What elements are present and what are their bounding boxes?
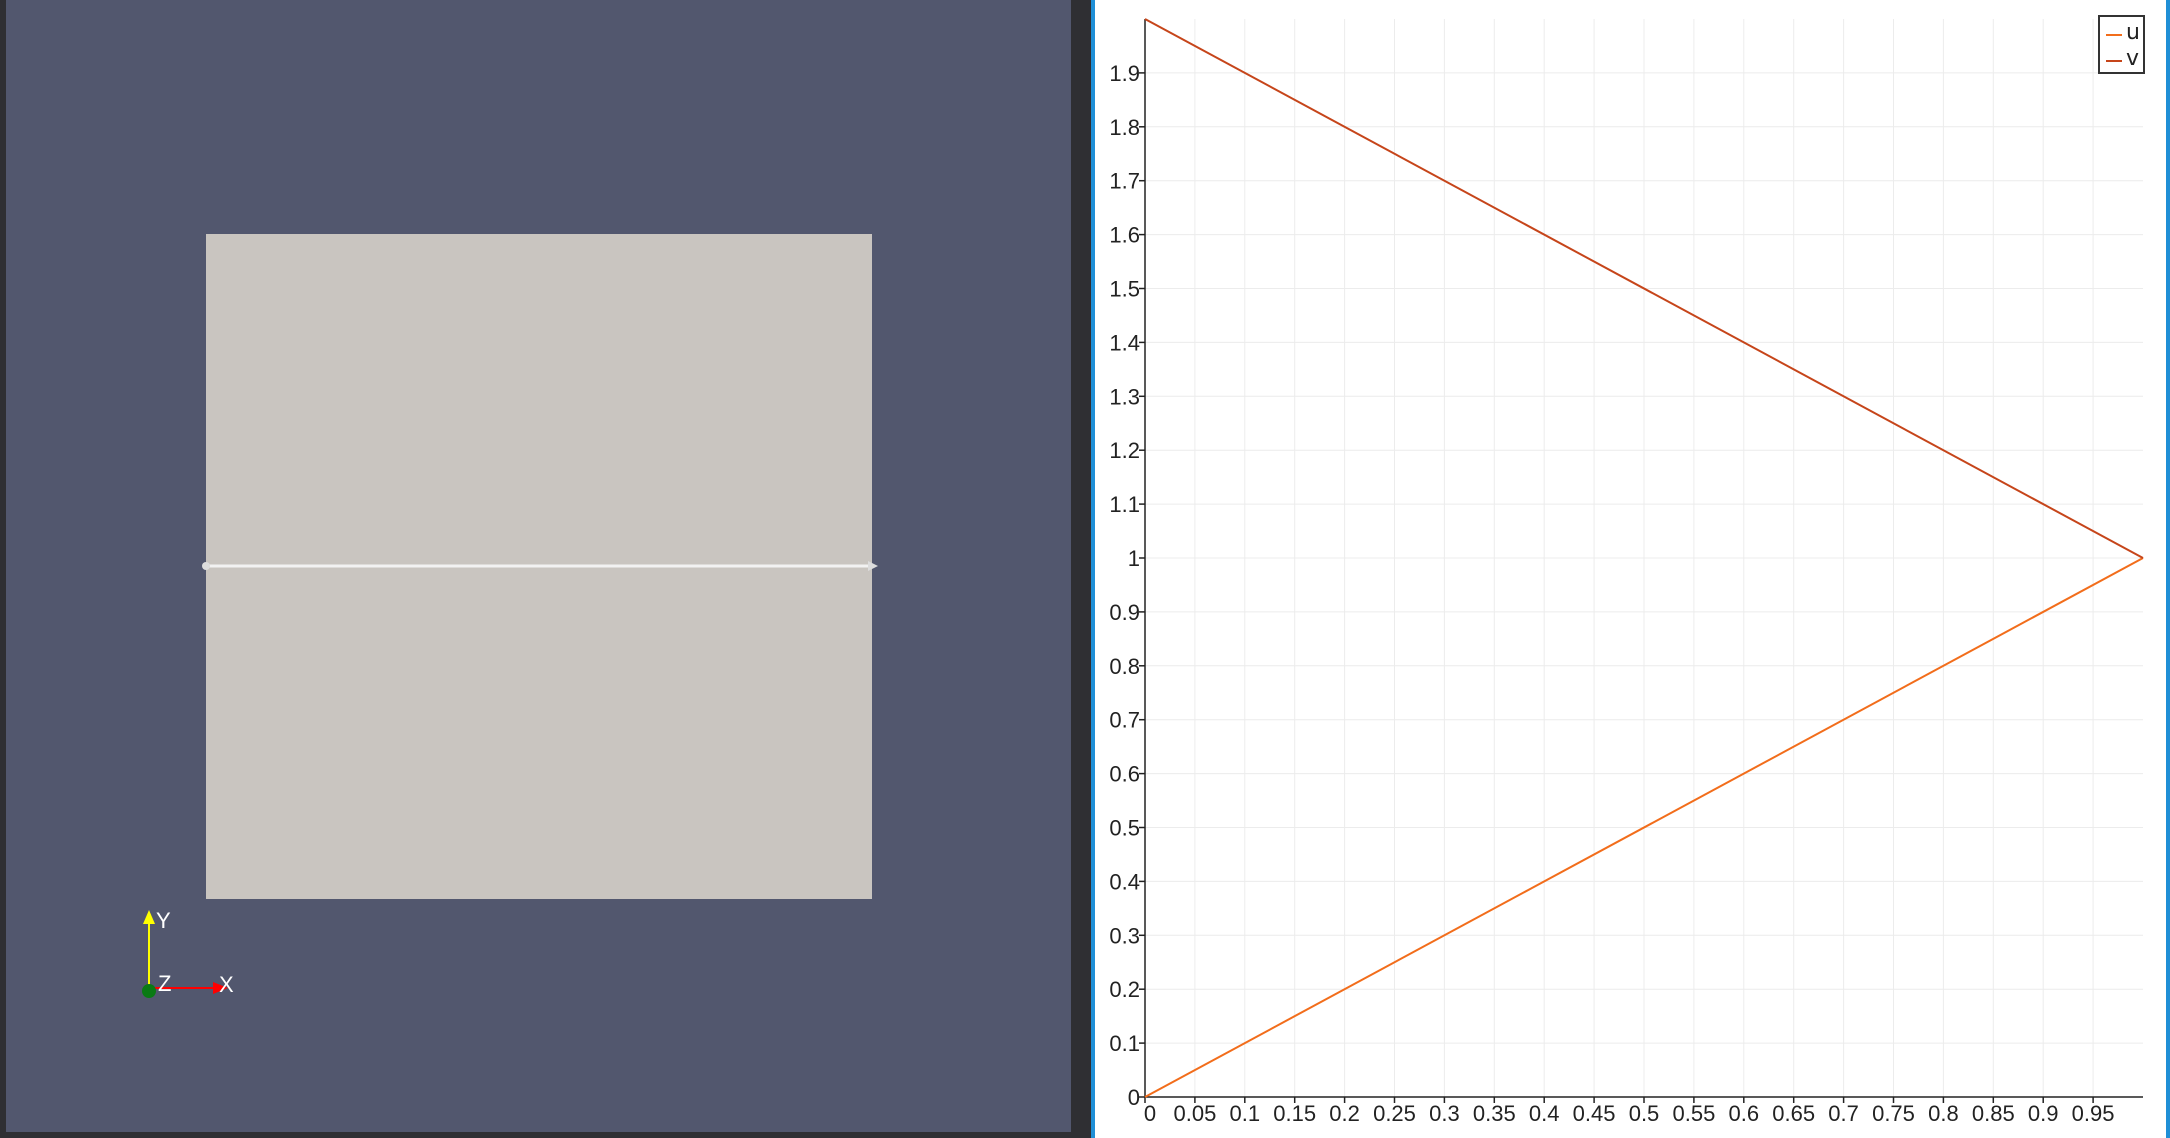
y-tick-label: 1.5 (1109, 277, 1140, 302)
x-tick-label: 0.45 (1573, 1101, 1616, 1126)
legend-item-u[interactable]: u (2104, 20, 2144, 46)
x-tick-label: 0.25 (1373, 1101, 1416, 1126)
y-tick-label: 1.2 (1109, 438, 1140, 463)
legend-swatch-v (2106, 60, 2122, 62)
y-tick-label: 1.9 (1109, 61, 1140, 86)
legend-label-u: u (2126, 20, 2140, 45)
chart-axes: 0 0.1 0.2 0.3 0.4 0.5 0.6 0.7 0.8 0.9 1 1.1 1.2 1.3 1.… (1109, 19, 2143, 1126)
line-start-handle[interactable] (202, 562, 210, 570)
x-tick-label: 0.4 (1529, 1101, 1560, 1126)
x-tick-label: 0.55 (1672, 1101, 1715, 1126)
y-tick-label: 0.5 (1109, 816, 1140, 841)
y-tick-label: 0.4 (1109, 869, 1140, 894)
x-tick-label: 0.35 (1473, 1101, 1516, 1126)
y-tick-label: 1.4 (1109, 330, 1140, 355)
x-tick-label: 0.5 (1629, 1101, 1660, 1126)
render-view[interactable]: Y X Z (6, 0, 1071, 1132)
x-tick-label: 0.8 (1928, 1101, 1959, 1126)
x-tick-label: 0.6 (1729, 1101, 1760, 1126)
x-tick-label: 0.7 (1828, 1101, 1859, 1126)
x-tick-label: 0.95 (2072, 1101, 2115, 1126)
z-axis-label: Z (158, 971, 171, 996)
y-axis-label: Y (156, 908, 171, 933)
x-tick-label: 0.75 (1872, 1101, 1915, 1126)
line-end-handle[interactable] (868, 561, 878, 571)
x-tick-label: 0.15 (1273, 1101, 1316, 1126)
chart-legend[interactable]: u v (2098, 15, 2145, 74)
x-axis-label: X (219, 972, 234, 997)
y-tick-label: 0.6 (1109, 762, 1140, 787)
x-tick-label: 0.85 (1972, 1101, 2015, 1126)
y-tick-label: 0.3 (1109, 923, 1140, 948)
orientation-axes: Y X Z (142, 908, 234, 998)
y-tick-label: 1.3 (1109, 384, 1140, 409)
x-tick-label: 0.2 (1329, 1101, 1360, 1126)
y-tick-label: 0.7 (1109, 708, 1140, 733)
legend-label-v: v (2126, 46, 2140, 71)
y-tick-label: 1 (1128, 546, 1140, 571)
legend-item-v[interactable]: v (2104, 46, 2144, 72)
y-tick-label: 0.9 (1109, 600, 1140, 625)
line-chart[interactable]: 0 0.1 0.2 0.3 0.4 0.5 0.6 0.7 0.8 0.9 1 1.1 1.2 1.3 1.… (1095, 0, 2166, 1138)
y-axis-arrow-icon (143, 910, 155, 924)
x-tick-label: 0.3 (1429, 1101, 1460, 1126)
y-tick-label: 0.8 (1109, 654, 1140, 679)
chart-grid (1144, 19, 2143, 1098)
y-tick-label: 1.8 (1109, 115, 1140, 140)
x-tick-label: 0.65 (1772, 1101, 1815, 1126)
y-tick-label: 1.1 (1109, 492, 1140, 517)
x-tick-label: 0.1 (1230, 1101, 1261, 1126)
line-chart-view[interactable]: 0 0.1 0.2 0.3 0.4 0.5 0.6 0.7 0.8 0.9 1 1.1 1.2 1.3 1.… (1091, 0, 2170, 1138)
z-axis-dot-icon (142, 984, 156, 998)
y-tick-label: 1.6 (1109, 223, 1140, 248)
render-canvas[interactable]: Y X Z (6, 0, 1071, 1132)
x-tick-label: 0.05 (1173, 1101, 1216, 1126)
y-tick-label: 1.7 (1109, 169, 1140, 194)
x-tick-label: 0 (1144, 1101, 1156, 1126)
legend-swatch-u (2106, 34, 2122, 36)
y-tick-label: 0 (1128, 1085, 1140, 1110)
y-tick-label: 0.2 (1109, 977, 1140, 1002)
x-tick-label: 0.9 (2028, 1101, 2059, 1126)
y-tick-label: 0.1 (1109, 1031, 1140, 1056)
view-splitter[interactable] (1071, 0, 1091, 1138)
